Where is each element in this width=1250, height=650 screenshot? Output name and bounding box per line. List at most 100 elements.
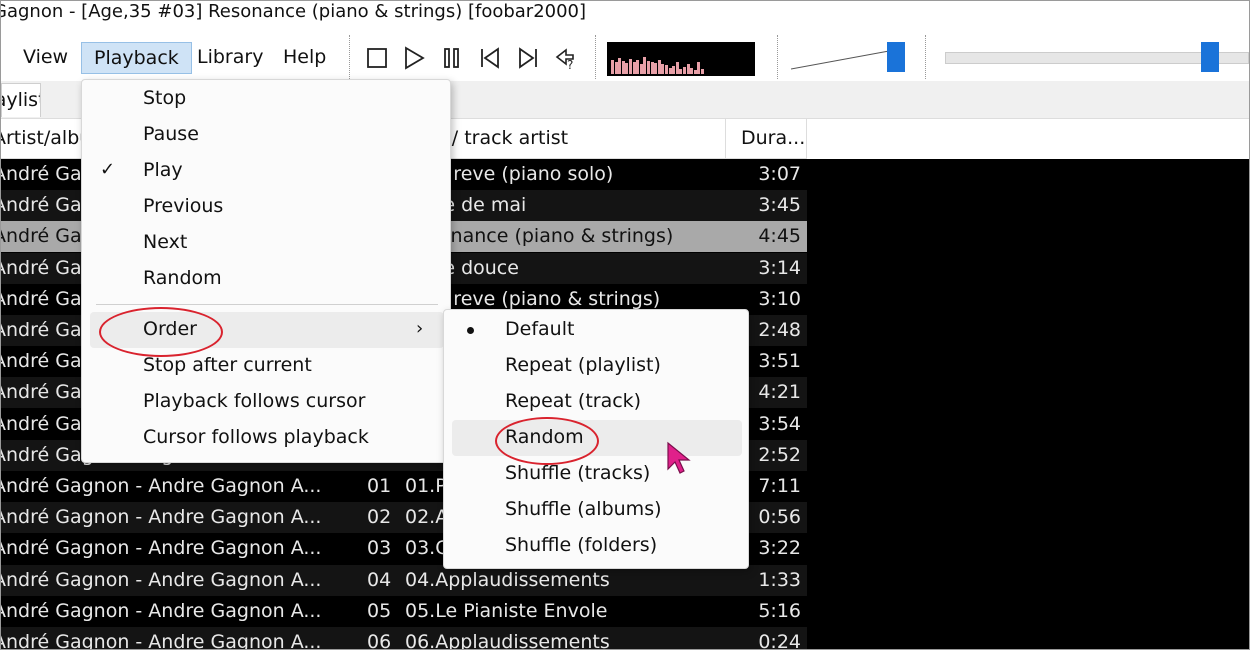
- pause-button[interactable]: [439, 45, 465, 71]
- row-title: 05.Le Pianiste Envole: [405, 599, 608, 622]
- spectrum-bar: [629, 59, 632, 74]
- menu-item-pause[interactable]: Pause: [82, 117, 452, 153]
- volume-slider-thumb[interactable]: [887, 42, 905, 72]
- row-title: Valse douce: [405, 256, 519, 279]
- menu-item-label: Pause: [143, 123, 199, 145]
- toolbar-separator: [777, 35, 778, 79]
- play-button[interactable]: [401, 45, 427, 71]
- spectrum-bar: [654, 63, 658, 74]
- menu-item-playback-follows-cursor[interactable]: Playback follows cursor: [82, 384, 452, 420]
- mouse-cursor-icon: [667, 441, 691, 474]
- row-artist: André Gagnon - Andre Gagnon A...: [0, 631, 322, 650]
- spectrum-bar: [679, 69, 683, 74]
- order-item-shuffle-tracks[interactable]: Shuffle (tracks): [444, 456, 750, 492]
- menu-item-label: Next: [143, 231, 188, 253]
- order-item-default[interactable]: Default: [444, 312, 750, 348]
- order-item-random[interactable]: Random: [452, 420, 742, 456]
- row-title: Pour reve (piano solo): [405, 163, 614, 185]
- playlist-row[interactable]: André Gagnon - Andre Gagnon A... 05 05.Le …: [1, 596, 807, 627]
- row-track-number: 04: [367, 568, 392, 591]
- order-item-repeat-playlist[interactable]: Repeat (playlist): [444, 348, 750, 384]
- next-icon: [519, 47, 537, 69]
- svg-text:?: ?: [567, 58, 573, 71]
- spectrum-bar: [697, 62, 701, 74]
- menu-item-stop-after-current[interactable]: Stop after current: [82, 348, 452, 384]
- spectrum-bar: [675, 62, 679, 74]
- menu-item-label: Stop: [143, 87, 187, 109]
- header-duration[interactable]: Dura...: [741, 119, 805, 159]
- menu-item-next[interactable]: Next: [82, 225, 452, 261]
- menu-item-random[interactable]: Random: [82, 261, 452, 297]
- previous-button[interactable]: [477, 45, 503, 71]
- menu-item-label: Playback follows cursor: [143, 390, 366, 412]
- menu-item-label: Shuffle (tracks): [505, 462, 651, 484]
- seek-bar-thumb[interactable]: [1201, 42, 1219, 72]
- play-icon: [405, 46, 425, 70]
- spectrum-bar: [683, 67, 686, 74]
- menu-item-play[interactable]: ✓ Play: [82, 153, 452, 189]
- spectrum-bar: [650, 62, 654, 74]
- order-item-shuffle-folders[interactable]: Shuffle (folders): [444, 528, 750, 564]
- menu-item-label: Shuffle (folders): [505, 534, 658, 556]
- menu-item-label: Shuffle (albums): [505, 498, 662, 520]
- order-item-repeat-track[interactable]: Repeat (track): [444, 384, 750, 420]
- title-bar: Gagnon - [Age,35 #03] Resonance (piano &…: [1, 1, 1249, 27]
- random-button[interactable]: ?: [553, 45, 579, 72]
- menu-playback[interactable]: Playback: [81, 42, 192, 74]
- spectrum-bar: [690, 68, 694, 74]
- menu-item-order[interactable]: Order ›: [90, 312, 444, 348]
- row-duration: 3:07: [758, 163, 801, 185]
- next-button[interactable]: [515, 45, 541, 71]
- toolbar-separator: [349, 35, 350, 79]
- row-track-number: 01: [367, 475, 392, 497]
- menu-item-label: Repeat (playlist): [505, 354, 661, 376]
- menu-separator: [96, 304, 438, 305]
- tab-label: Playlist: [2, 89, 40, 111]
- spectrum-bar: [657, 60, 661, 74]
- row-artist: André Gagnon - Andre Gagnon A...: [0, 475, 322, 497]
- row-track-number: 02: [367, 506, 392, 529]
- menu-help[interactable]: Help: [271, 42, 338, 74]
- spectrum-bar: [625, 63, 629, 74]
- playlist-row[interactable]: André Gagnon - Andre Gagnon A... 06 06.App…: [0, 627, 807, 650]
- spectrum-bar: [693, 70, 697, 74]
- menu-item-previous[interactable]: Previous: [82, 189, 452, 225]
- row-artist: André Gagnon - Andre Gagnon A...: [0, 599, 322, 622]
- row-title: Resonance (piano & strings): [405, 225, 674, 248]
- menu-view[interactable]: View: [11, 42, 80, 74]
- menu-item-label: Previous: [143, 195, 224, 217]
- spectrum-bar: [643, 57, 647, 74]
- column-divider[interactable]: [806, 119, 807, 159]
- playlist-row[interactable]: André Gagnon - Andre Gagnon A... 04 04.App…: [0, 564, 807, 596]
- row-title: 04.Applaudissements: [405, 568, 610, 591]
- tab-playlist[interactable]: Playlist: [1, 83, 41, 117]
- menu-item-stop[interactable]: Stop: [82, 81, 452, 117]
- menu-item-label: Default: [505, 318, 575, 340]
- row-duration: 0:24: [758, 631, 801, 650]
- volume-slider[interactable]: [791, 49, 891, 71]
- spectrum-bar: [621, 61, 625, 74]
- menu-item-label: Stop after current: [143, 354, 312, 376]
- menu-item-cursor-follows-playback[interactable]: Cursor follows playback: [82, 420, 452, 456]
- toolbar-separator: [595, 35, 596, 79]
- menu-item-label: Random: [143, 267, 222, 289]
- row-artist: André Gagnon - Andre Gagnon A...: [0, 568, 322, 591]
- row-track-number: 05: [367, 599, 392, 622]
- order-submenu: Default Repeat (playlist) Repeat (track)…: [443, 309, 749, 569]
- row-track-number: 06: [367, 631, 392, 650]
- stop-button[interactable]: [364, 45, 390, 71]
- spectrum-bar: [647, 61, 650, 74]
- radio-dot-icon: [467, 327, 474, 334]
- header-title[interactable]: Title / track artist: [405, 119, 725, 159]
- spectrum-visualizer: [607, 42, 755, 76]
- row-artist: André Gagnon - Andre Gagnon A...: [0, 506, 322, 529]
- spectrum-bar: [668, 68, 672, 74]
- previous-icon: [481, 47, 499, 69]
- order-item-shuffle-albums[interactable]: Shuffle (albums): [444, 492, 750, 528]
- spectrum-bar: [661, 64, 665, 74]
- menu-library[interactable]: Library: [185, 42, 275, 74]
- foobar2000-window: Gagnon - [Age,35 #03] Resonance (piano &…: [0, 0, 1250, 650]
- column-divider[interactable]: [725, 119, 726, 159]
- row-title: 06.Applaudissements: [405, 631, 610, 650]
- spectrum-bar: [686, 64, 690, 74]
